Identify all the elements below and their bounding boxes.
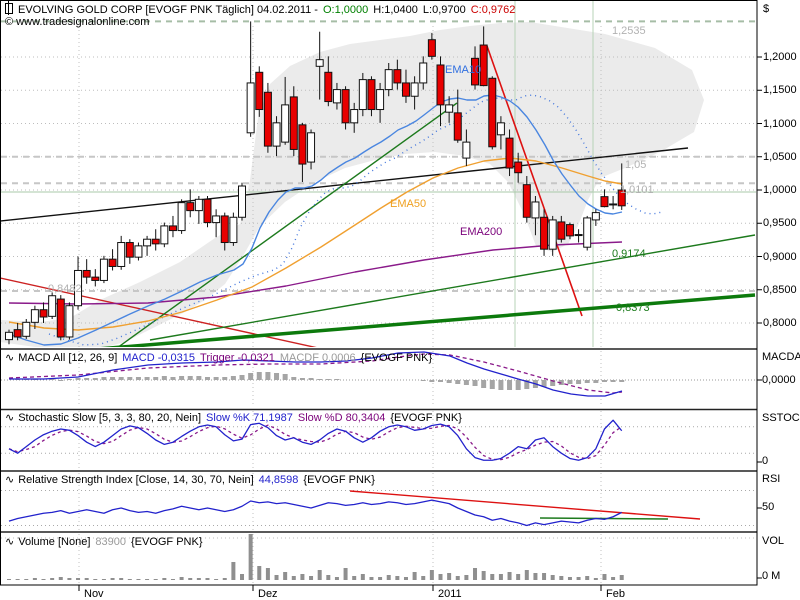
rsi-value: 44,8598: [259, 474, 299, 486]
rsi-panel-header: ∿ Relative Strength Index [Close, 14, 30,…: [5, 474, 380, 486]
vol-symbol: {EVOGF PNK}: [131, 536, 203, 548]
title-low: L:0,9700: [423, 4, 466, 16]
macd-macdf-value: MACDF 0,0006: [280, 352, 356, 364]
stoch-symbol: {EVOGF PNK}: [390, 412, 462, 424]
vol-panel-header: ∿ Volume [None] 83900 {EVOGF PNK}: [5, 536, 208, 548]
rsi-name: Relative Strength Index [Close, 14, 30, …: [18, 474, 253, 486]
trend-label-08373: 0,8373: [616, 302, 650, 314]
price-axis-tick-label: 1,1000: [763, 118, 797, 130]
time-axis-dez: Dez: [258, 588, 278, 600]
ema200-label: EMA200: [460, 226, 502, 238]
price-axis-currency: $: [763, 3, 769, 15]
price-axis-tick-label: 0,8000: [763, 317, 797, 329]
stoch-name: Stochastic Slow [5, 3, 3, 80, 20, Nein]: [18, 412, 201, 424]
trading-chart-window: EVOLVING GOLD CORP [EVOGF PNK Täglich] 0…: [0, 0, 800, 600]
title-open: O:1,0000: [323, 4, 368, 16]
price-axis-tick-label: 1,1500: [763, 84, 797, 96]
ema50-label: EMA50: [390, 198, 426, 210]
stoch-k-value: Slow %K 71,1987: [206, 412, 293, 424]
macd-trigger-value: Trigger -0,0321: [200, 352, 275, 364]
chart-canvas[interactable]: [0, 0, 800, 600]
title-high: H:1,0400: [373, 4, 418, 16]
stoch-d-value: Slow %D 80,3404: [298, 412, 385, 424]
vol-name: Volume [None]: [18, 536, 90, 548]
price-axis-tick-label: 1,0000: [763, 184, 797, 196]
price-axis-tick-label: 0,9500: [763, 217, 797, 229]
macd-value: MACD -0,0315: [122, 352, 195, 364]
chart-title: EVOLVING GOLD CORP [EVOGF PNK Täglich] 0…: [5, 3, 520, 16]
macd-panel-header: ∿ MACD All [12, 26, 9] MACD -0,0315 Trigger…: [5, 352, 437, 364]
copyright-link[interactable]: © www.tradesignalonline.com: [5, 16, 149, 28]
macd-symbol: {EVOGF PNK}: [361, 352, 433, 364]
level-label-105: 1,05: [625, 159, 646, 171]
price-axis-tick-label: 0,8500: [763, 284, 797, 296]
macd-axis-tick: 0,0000: [762, 374, 796, 386]
stoch-panel-header: ∿ Stochastic Slow [5, 3, 3, 80, 20, Nein]…: [5, 412, 467, 424]
trend-label-09174: 0,9174: [612, 248, 646, 260]
macd-axis-label: MACDA: [762, 351, 800, 363]
price-axis-tick-label: 1,0500: [763, 151, 797, 163]
time-axis-nov: Nov: [84, 588, 104, 600]
time-axis-feb: Feb: [606, 588, 625, 600]
vol-axis-tick: 0 M: [762, 570, 780, 582]
time-axis-2011: 2011: [438, 588, 462, 600]
candlestick-icon: [5, 3, 13, 14]
stoch-axis-label: SSTOC: [762, 412, 800, 424]
price-axis-tick-label: 1,2000: [763, 51, 797, 63]
ema10-label: EMA10: [445, 64, 481, 76]
indicator-wave-icon: ∿: [5, 536, 14, 548]
vol-value: 83900: [95, 536, 126, 548]
level-label-10101: 1,0101: [620, 184, 654, 196]
title-close: C:0,9762: [471, 4, 516, 16]
level-label-12535: 1,2535: [612, 25, 646, 37]
stoch-axis-tick: 0: [762, 455, 768, 467]
rsi-axis-tick: 50: [762, 501, 774, 513]
level-label-08482: 0,8482: [48, 283, 82, 295]
indicator-wave-icon: ∿: [5, 412, 14, 424]
rsi-symbol: {EVOGF PNK}: [303, 474, 375, 486]
indicator-wave-icon: ∿: [5, 352, 14, 364]
vol-axis-label: VOL: [762, 535, 784, 547]
price-axis-tick-label: 0,9000: [763, 251, 797, 263]
title-symbol: EVOLVING GOLD CORP [EVOGF PNK Täglich] 0…: [18, 4, 318, 16]
rsi-axis-label: RSI: [762, 473, 780, 485]
macd-name: MACD All [12, 26, 9]: [18, 352, 117, 364]
indicator-wave-icon: ∿: [5, 474, 14, 486]
